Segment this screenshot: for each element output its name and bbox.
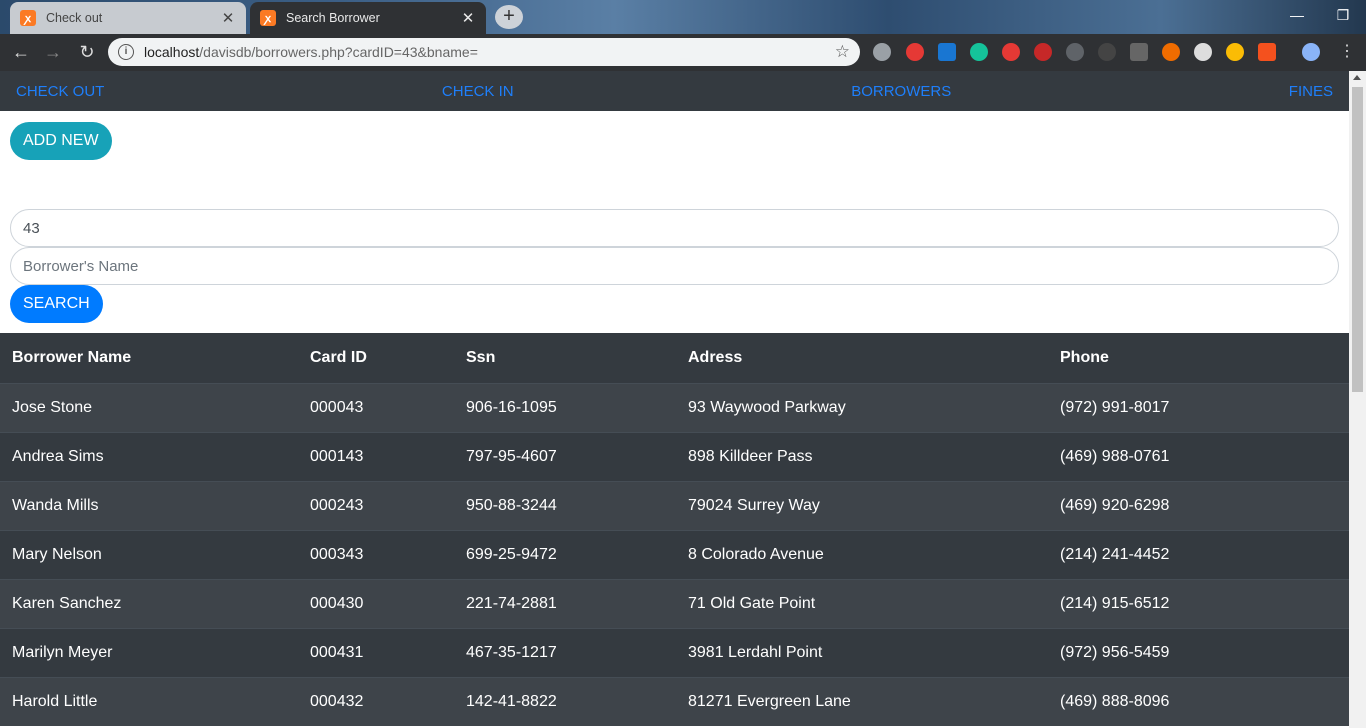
cell-borrower-name: Marilyn Meyer <box>0 627 298 677</box>
xampp-favicon-icon: ꭗ <box>260 10 276 26</box>
cell-phone: (972) 956-5459 <box>1048 627 1349 677</box>
cell-borrower-name: Harold Little <box>0 676 298 726</box>
grammarly-icon[interactable] <box>970 43 988 61</box>
cell-card-id: 000432 <box>298 676 454 726</box>
cell-phone: (469) 888-8096 <box>1048 676 1349 726</box>
cell-address: 3981 Lerdahl Point <box>676 627 1048 677</box>
scrollbar-thumb[interactable] <box>1352 87 1363 392</box>
cell-borrower-name: Karen Sanchez <box>0 578 298 628</box>
cell-card-id: 000343 <box>298 529 454 579</box>
cell-ssn: 142-41-8822 <box>454 676 676 726</box>
restore-icon[interactable]: ❐ <box>1320 0 1366 32</box>
cell-borrower-name: Andrea Sims <box>0 431 298 481</box>
search-button[interactable]: SEARCH <box>10 285 103 323</box>
url-text: localhost/davisdb/borrowers.php?cardID=4… <box>144 44 478 60</box>
extension-icon[interactable] <box>1258 43 1276 61</box>
cell-address: 93 Waywood Parkway <box>676 382 1048 432</box>
cell-ssn: 797-95-4607 <box>454 431 676 481</box>
browser-tab-strip: ꭗ Check out ✕ ꭗ Search Borrower ✕ + — ❐ <box>0 0 1366 34</box>
cell-ssn: 467-35-1217 <box>454 627 676 677</box>
cell-address: 79024 Surrey Way <box>676 480 1048 530</box>
column-header-card-id: Card ID <box>298 333 454 384</box>
cell-address: 71 Old Gate Point <box>676 578 1048 628</box>
close-tab-icon[interactable]: ✕ <box>460 9 476 27</box>
extension-icon[interactable] <box>1002 43 1020 61</box>
bookmark-star-icon[interactable]: ☆ <box>835 42 850 62</box>
nav-link-borrowers[interactable]: BORROWERS <box>851 83 951 100</box>
column-header-phone: Phone <box>1048 333 1349 384</box>
adblock-icon[interactable] <box>1034 43 1052 61</box>
cell-ssn: 906-16-1095 <box>454 382 676 432</box>
browser-toolbar: ← → ↻ i localhost/davisdb/borrowers.php?… <box>0 34 1366 71</box>
new-tab-button[interactable]: + <box>495 5 523 29</box>
extension-icon[interactable] <box>938 43 956 61</box>
column-header-address: Adress <box>676 333 1048 384</box>
nav-link-check-out[interactable]: CHECK OUT <box>16 83 104 100</box>
borrowers-table: Borrower Name Card ID Ssn Adress Phone J… <box>0 333 1349 726</box>
add-new-button[interactable]: ADD NEW <box>10 122 112 160</box>
cell-borrower-name: Jose Stone <box>0 382 298 432</box>
cell-address: 8 Colorado Avenue <box>676 529 1048 579</box>
top-navigation: CHECK OUT CHECK IN BORROWERS FINES <box>0 71 1349 111</box>
cell-card-id: 000243 <box>298 480 454 530</box>
cell-phone: (972) 991-8017 <box>1048 382 1349 432</box>
column-header-ssn: Ssn <box>454 333 676 384</box>
reload-icon[interactable]: ↻ <box>74 40 100 66</box>
table-row[interactable]: Mary Nelson 000343 699-25-9472 8 Colorad… <box>0 529 1349 579</box>
cell-address: 81271 Evergreen Lane <box>676 676 1048 726</box>
cell-borrower-name: Mary Nelson <box>0 529 298 579</box>
forward-arrow-icon[interactable]: → <box>40 40 66 66</box>
cell-address: 898 Killdeer Pass <box>676 431 1048 481</box>
tab-title: Search Borrower <box>286 11 380 25</box>
page-scrollbar[interactable] <box>1349 71 1366 728</box>
nav-link-check-in[interactable]: CHECK IN <box>442 83 514 100</box>
cell-phone: (214) 915-6512 <box>1048 578 1349 628</box>
info-icon[interactable]: i <box>118 44 134 60</box>
scroll-up-arrow-icon[interactable] <box>1353 75 1361 80</box>
extension-icon[interactable] <box>1226 43 1244 61</box>
browser-tab-check-out[interactable]: ꭗ Check out ✕ <box>10 2 246 34</box>
profile-avatar-icon[interactable] <box>1302 43 1320 61</box>
cell-card-id: 000143 <box>298 431 454 481</box>
column-header-borrower-name: Borrower Name <box>0 333 298 384</box>
extension-icon[interactable] <box>1066 43 1084 61</box>
table-row[interactable]: Marilyn Meyer 000431 467-35-1217 3981 Le… <box>0 627 1349 677</box>
cell-card-id: 000430 <box>298 578 454 628</box>
cell-phone: (469) 988-0761 <box>1048 431 1349 481</box>
table-row[interactable]: Karen Sanchez 000430 221-74-2881 71 Old … <box>0 578 1349 628</box>
back-arrow-icon[interactable]: ← <box>8 40 34 66</box>
extension-icon[interactable] <box>873 43 891 61</box>
cell-ssn: 950-88-3244 <box>454 480 676 530</box>
close-tab-icon[interactable]: ✕ <box>220 9 236 27</box>
table-row[interactable]: Harold Little 000432 142-41-8822 81271 E… <box>0 676 1349 726</box>
table-header-row: Borrower Name Card ID Ssn Adress Phone <box>0 333 1349 384</box>
table-row[interactable]: Wanda Mills 000243 950-88-3244 79024 Sur… <box>0 480 1349 530</box>
extension-icon[interactable] <box>1162 43 1180 61</box>
cell-ssn: 699-25-9472 <box>454 529 676 579</box>
kebab-menu-icon[interactable]: ⋮ <box>1334 40 1360 66</box>
xampp-favicon-icon: ꭗ <box>20 10 36 26</box>
cell-phone: (469) 920-6298 <box>1048 480 1349 530</box>
borrower-name-input[interactable]: Borrower's Name <box>10 247 1339 285</box>
extension-icon[interactable] <box>1098 43 1116 61</box>
extension-icon[interactable] <box>906 43 924 61</box>
nav-link-fines[interactable]: FINES <box>1289 83 1333 100</box>
cell-card-id: 000431 <box>298 627 454 677</box>
tab-title: Check out <box>46 11 103 25</box>
extension-icon[interactable] <box>1130 43 1148 61</box>
cell-ssn: 221-74-2881 <box>454 578 676 628</box>
browser-tab-search-borrower[interactable]: ꭗ Search Borrower ✕ <box>250 2 486 34</box>
cell-card-id: 000043 <box>298 382 454 432</box>
card-id-input[interactable]: 43 <box>10 209 1339 247</box>
extension-icon[interactable] <box>1194 43 1212 61</box>
cell-borrower-name: Wanda Mills <box>0 480 298 530</box>
table-row[interactable]: Jose Stone 000043 906-16-1095 93 Waywood… <box>0 382 1349 432</box>
page-content: CHECK OUT CHECK IN BORROWERS FINES ADD N… <box>0 71 1349 728</box>
address-bar[interactable]: i localhost/davisdb/borrowers.php?cardID… <box>108 38 860 66</box>
cell-phone: (214) 241-4452 <box>1048 529 1349 579</box>
table-row[interactable]: Andrea Sims 000143 797-95-4607 898 Killd… <box>0 431 1349 481</box>
minimize-icon[interactable]: — <box>1274 0 1320 32</box>
